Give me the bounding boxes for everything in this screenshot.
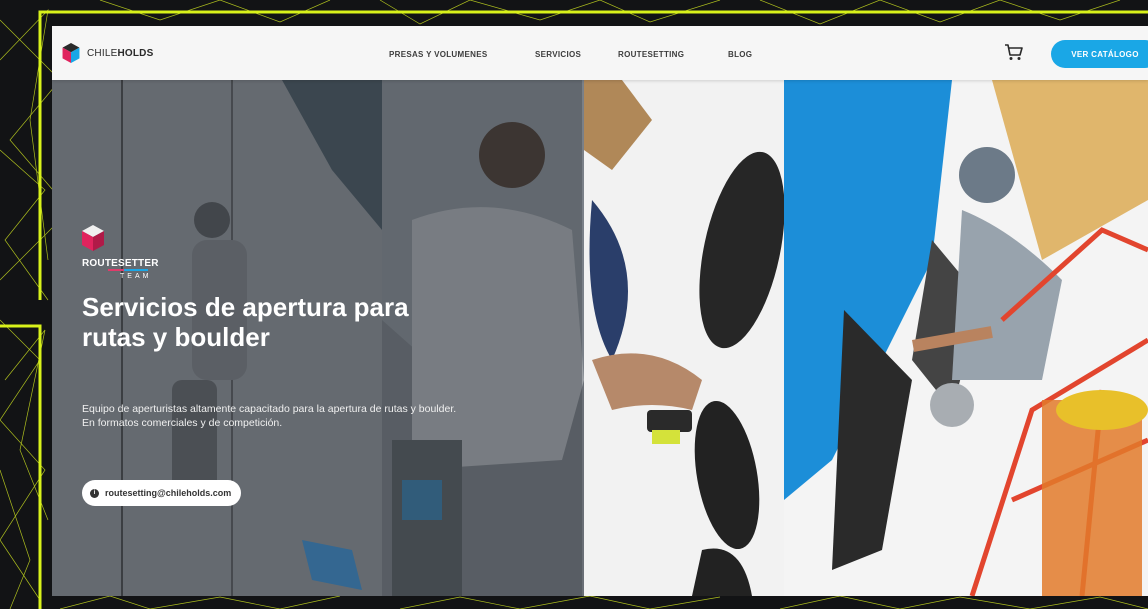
hero-content: ROUTESETTER TEAM Servicios de apertura p… — [52, 80, 1148, 596]
nav-presas-y-volumenes[interactable]: PRESAS Y VOLUMENES — [389, 50, 487, 59]
nav-routesetting[interactable]: ROUTESETTING — [618, 50, 684, 59]
ver-catalogo-button[interactable]: VER CATÁLOGO — [1051, 40, 1148, 68]
badge-divider — [108, 269, 148, 271]
nav-servicios[interactable]: SERVICIOS — [535, 50, 581, 59]
email-button[interactable]: i routesetting@chileholds.com — [82, 480, 242, 506]
nav-blog[interactable]: BLOG — [728, 50, 752, 59]
cube-logo-icon — [62, 43, 80, 63]
hero-title: Servicios de apertura para rutas y bould… — [82, 292, 409, 352]
brand-logo[interactable]: CHILEHOLDS — [62, 43, 153, 63]
cube-logo-icon — [82, 225, 104, 251]
routesetter-badge-sub: TEAM — [120, 273, 152, 280]
website-screen: ROUTESETTER TEAM Servicios de apertura p… — [52, 26, 1148, 596]
routesetter-badge: ROUTESETTER — [82, 258, 159, 269]
hero-section: ROUTESETTER TEAM Servicios de apertura p… — [52, 80, 1148, 596]
brand-name: CHILEHOLDS — [87, 47, 154, 59]
hero-description: Equipo de aperturistas altamente capacit… — [82, 403, 457, 429]
info-icon: i — [90, 488, 99, 498]
cart-icon[interactable] — [1004, 43, 1024, 61]
email-label: routesetting@chileholds.com — [105, 488, 232, 498]
navbar: CHILEHOLDS PRESAS Y VOLUMENES SERVICIOS … — [52, 26, 1148, 80]
